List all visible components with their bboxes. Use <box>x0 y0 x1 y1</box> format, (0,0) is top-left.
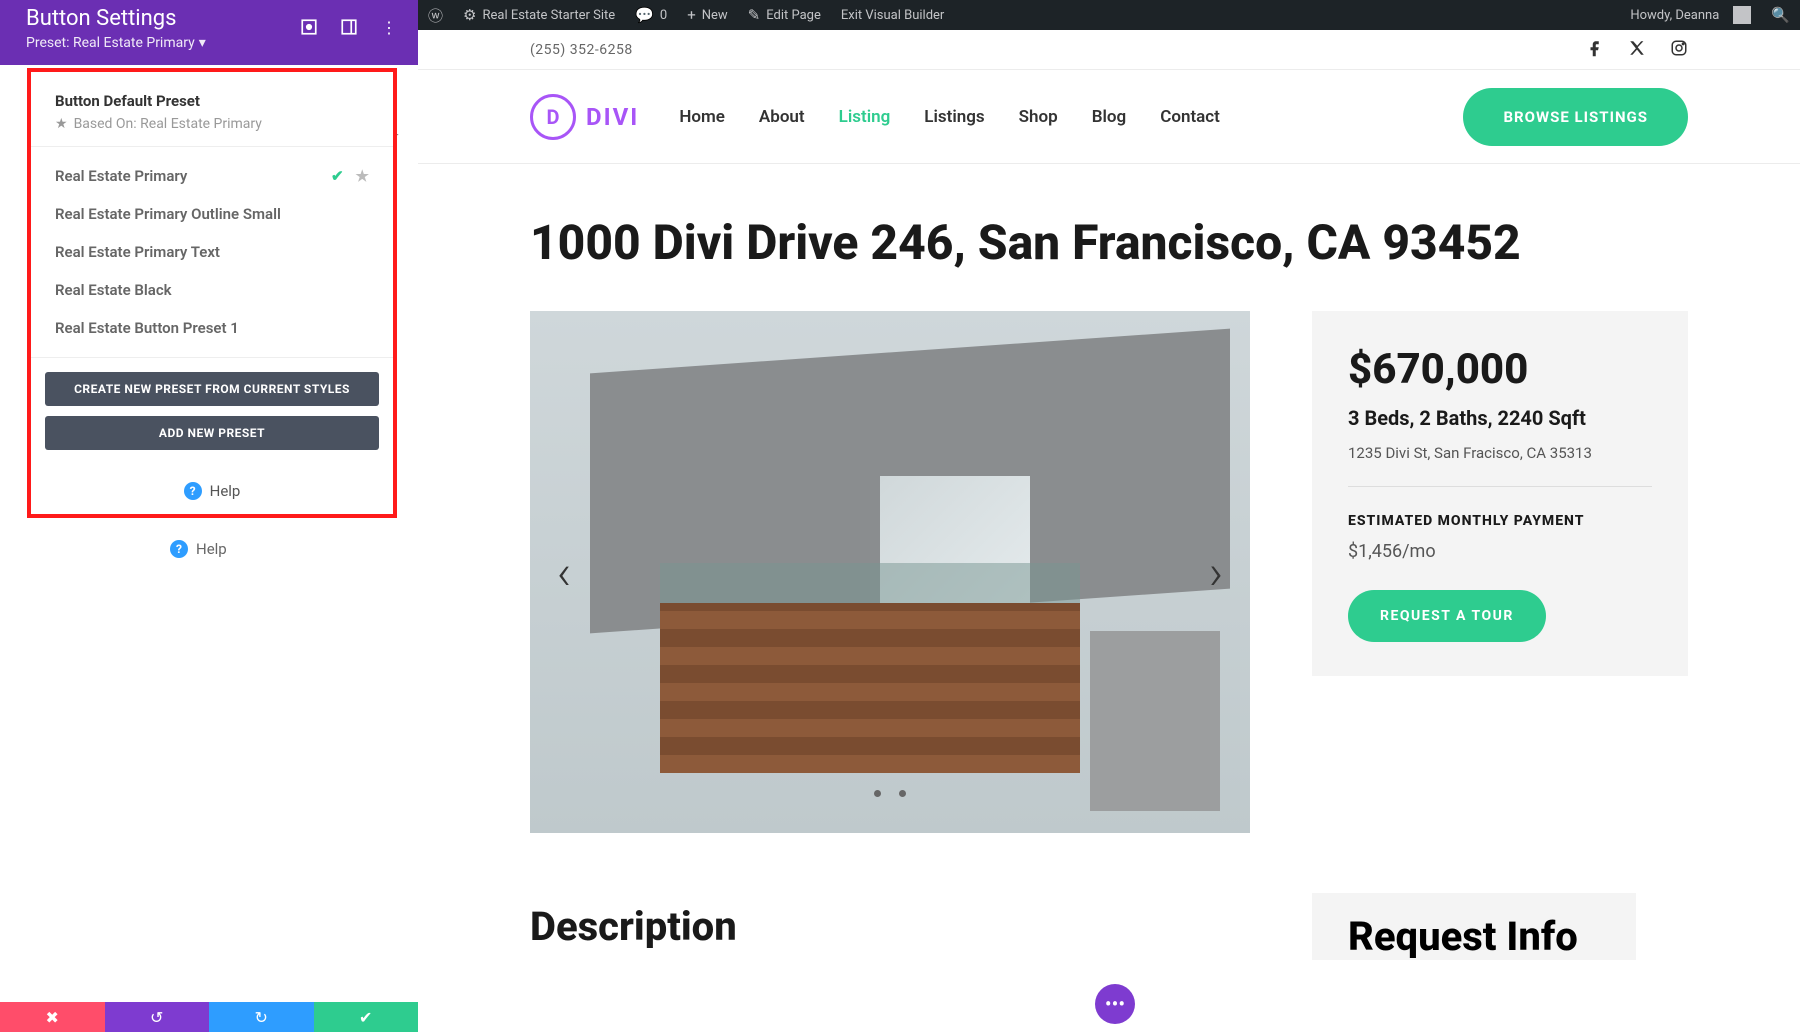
save-button[interactable]: ✔ <box>314 1002 419 1032</box>
help-link-behind[interactable]: ? Help <box>170 540 227 558</box>
nav-home[interactable]: Home <box>679 107 725 127</box>
logo-text: DIVI <box>586 103 639 131</box>
logo-mark: D <box>530 94 576 140</box>
nav-listings[interactable]: Listings <box>924 107 984 127</box>
help-icon: ? <box>184 482 202 500</box>
nav-contact[interactable]: Contact <box>1160 107 1220 127</box>
help-link[interactable]: ? Help <box>31 468 393 514</box>
description-heading: Description <box>530 903 1250 950</box>
wp-site-name: Real Estate Starter Site <box>482 8 615 23</box>
listing-price: $670,000 <box>1348 345 1652 394</box>
chevron-down-icon: ▾ <box>199 35 206 51</box>
page-title: 1000 Divi Drive 246, San Francisco, CA 9… <box>530 214 1688 271</box>
preset-item-outline-small[interactable]: Real Estate Primary Outline Small <box>31 195 393 233</box>
create-preset-button[interactable]: CREATE NEW PRESET FROM CURRENT STYLES <box>45 372 379 406</box>
dock-icon[interactable] <box>340 18 358 36</box>
preset-dropdown-trigger[interactable]: Preset: Real Estate Primary ▾ <box>26 35 392 51</box>
star-icon[interactable]: ★ <box>356 167 369 185</box>
listing-meta: 3 Beds, 2 Baths, 2240 Sqft <box>1348 406 1652 430</box>
nav-about[interactable]: About <box>759 107 805 127</box>
wp-howdy[interactable]: Howdy, Deanna <box>1620 0 1761 30</box>
check-icon: ✔ <box>331 167 344 185</box>
estimated-value: $1,456/mo <box>1348 541 1652 562</box>
preset-item-preset-1[interactable]: Real Estate Button Preset 1 <box>31 309 393 347</box>
nav-blog[interactable]: Blog <box>1092 107 1127 127</box>
help-icon: ? <box>170 540 188 558</box>
image-gallery: ‹ › <box>530 311 1250 833</box>
nav-listing[interactable]: Listing <box>839 107 891 127</box>
wp-edit-page[interactable]: ✎Edit Page <box>738 0 831 30</box>
wp-site-link[interactable]: ⚙Real Estate Starter Site <box>453 0 625 30</box>
wp-new[interactable]: +New <box>677 0 737 30</box>
x-twitter-icon[interactable] <box>1628 39 1646 61</box>
default-preset-title[interactable]: Button Default Preset <box>55 92 369 110</box>
wp-comments[interactable]: 💬0 <box>625 0 677 30</box>
wp-logo[interactable]: ⓦ <box>418 0 453 30</box>
request-tour-button[interactable]: REQUEST A TOUR <box>1348 590 1546 642</box>
module-options-fab[interactable]: ••• <box>1095 984 1135 1024</box>
avatar <box>1733 6 1751 24</box>
request-info-heading: Request Info <box>1312 893 1636 960</box>
nav-shop[interactable]: Shop <box>1019 107 1058 127</box>
panel-footer: ✖ ↺ ↻ ✔ <box>0 1002 418 1032</box>
gallery-dot[interactable] <box>874 790 881 797</box>
wp-search[interactable]: 🔍 <box>1761 0 1800 30</box>
gallery-dot[interactable] <box>899 790 906 797</box>
facebook-icon[interactable] <box>1586 39 1604 61</box>
undo-button[interactable]: ↺ <box>105 1002 210 1032</box>
preset-item-primary[interactable]: Real Estate Primary ✔ ★ <box>31 157 393 195</box>
redo-button[interactable]: ↻ <box>209 1002 314 1032</box>
preset-dropdown: Button Default Preset ★ Based On: Real E… <box>27 68 397 518</box>
add-preset-button[interactable]: ADD NEW PRESET <box>45 416 379 450</box>
focus-icon[interactable] <box>300 18 318 36</box>
gallery-prev-arrow[interactable]: ‹ <box>544 552 584 592</box>
listing-address: 1235 Divi St, San Fracisco, CA 35313 <box>1348 444 1652 487</box>
cancel-button[interactable]: ✖ <box>0 1002 105 1032</box>
more-icon[interactable]: ⋮ <box>380 18 398 36</box>
preset-item-black[interactable]: Real Estate Black <box>31 271 393 309</box>
site-logo[interactable]: D DIVI <box>530 94 639 140</box>
phone-number: (255) 352-6258 <box>530 42 633 58</box>
star-icon: ★ <box>55 116 68 132</box>
estimated-label: ESTIMATED MONTHLY PAYMENT <box>1348 513 1652 529</box>
browse-listings-button[interactable]: BROWSE LISTINGS <box>1463 88 1688 146</box>
wp-exit-builder[interactable]: Exit Visual Builder <box>831 0 954 30</box>
gallery-next-arrow[interactable]: › <box>1196 552 1236 592</box>
preset-item-primary-text[interactable]: Real Estate Primary Text <box>31 233 393 271</box>
based-on-label: Based On: Real Estate Primary <box>74 116 262 132</box>
instagram-icon[interactable] <box>1670 39 1688 61</box>
